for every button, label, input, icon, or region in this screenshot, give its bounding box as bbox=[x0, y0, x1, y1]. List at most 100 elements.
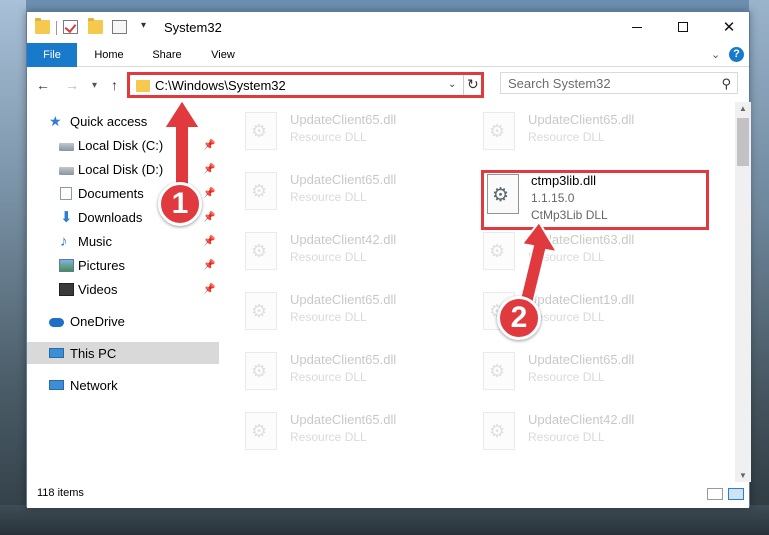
sidebar-item-pictures[interactable]: Pictures 📌 bbox=[27, 254, 219, 276]
sidebar-item-label: Pictures bbox=[78, 257, 125, 273]
desktop-background-right bbox=[749, 0, 769, 535]
dll-file-icon bbox=[245, 172, 277, 210]
sidebar-item-label: Local Disk (C:) bbox=[78, 137, 164, 153]
expand-ribbon-icon[interactable]: ⌄ bbox=[711, 48, 720, 61]
minimize-button[interactable] bbox=[614, 12, 660, 42]
list-item[interactable]: UpdateClient65.dll Resource DLL bbox=[245, 170, 475, 214]
dll-file-icon bbox=[245, 292, 277, 330]
pin-icon[interactable]: 📌 bbox=[203, 140, 215, 151]
pin-icon[interactable]: 📌 bbox=[203, 212, 215, 223]
minimize-icon bbox=[632, 26, 642, 28]
address-bar[interactable]: C:\Windows\System32 ⌄ ↻ bbox=[127, 72, 484, 98]
list-item[interactable]: UpdateClient42.dll Resource DLL bbox=[483, 410, 713, 454]
folder-icon[interactable] bbox=[35, 18, 50, 34]
item-count: 118 items bbox=[37, 487, 84, 499]
details-view-icon[interactable] bbox=[707, 488, 723, 500]
pin-icon[interactable]: 📌 bbox=[203, 284, 215, 295]
address-path[interactable]: C:\Windows\System32 bbox=[155, 78, 286, 93]
sidebar-item-label: Documents bbox=[78, 185, 144, 201]
sidebar-item-label: Videos bbox=[78, 281, 118, 297]
close-button[interactable]: ✕ bbox=[706, 12, 752, 42]
folder-icon bbox=[136, 80, 150, 92]
forward-arrow-icon[interactable]: → bbox=[65, 77, 79, 93]
computer-icon bbox=[49, 348, 64, 358]
file-name: UpdateClient65.dll bbox=[290, 352, 397, 367]
tiles-view-icon[interactable] bbox=[728, 488, 744, 500]
music-icon: ♪ bbox=[60, 232, 68, 250]
pin-icon[interactable]: 📌 bbox=[203, 164, 215, 175]
step-2-badge: 2 bbox=[497, 296, 541, 340]
file-description: Resource DLL bbox=[290, 310, 367, 324]
chevron-down-icon[interactable]: ▾ bbox=[141, 20, 146, 31]
sidebar-item-this-pc[interactable]: This PC bbox=[27, 342, 219, 364]
sidebar-item-label: Local Disk (D:) bbox=[78, 161, 164, 177]
maximize-button[interactable] bbox=[660, 12, 706, 42]
search-input[interactable]: Search System32 bbox=[508, 76, 611, 91]
list-item[interactable]: UpdateClient65.dll Resource DLL bbox=[245, 350, 475, 394]
file-description: Resource DLL bbox=[528, 430, 605, 444]
up-arrow-icon[interactable]: ↑ bbox=[111, 77, 118, 93]
sidebar-item-label: Quick access bbox=[70, 113, 148, 129]
file-name: UpdateClient65.dll bbox=[528, 352, 635, 367]
scroll-down-icon[interactable]: ▼ bbox=[739, 471, 747, 480]
list-item[interactable]: UpdateClient65.dll Resource DLL bbox=[245, 290, 475, 334]
file-name: UpdateClient65.dll bbox=[290, 112, 397, 127]
file-list: UpdateClient65.dll Resource DLL UpdateCl… bbox=[219, 102, 735, 480]
tab-view[interactable]: View bbox=[199, 43, 247, 67]
status-bar: 118 items bbox=[27, 482, 749, 508]
scroll-up-icon[interactable]: ▲ bbox=[739, 104, 747, 113]
dll-file-icon bbox=[483, 412, 515, 450]
refresh-icon[interactable]: ↻ bbox=[467, 76, 479, 93]
file-name: UpdateClient65.dll bbox=[290, 292, 397, 307]
cloud-icon bbox=[49, 317, 64, 327]
file-description: Resource DLL bbox=[528, 130, 605, 144]
title-bar: ▾ System32 ✕ bbox=[27, 12, 749, 43]
sidebar-item-onedrive[interactable]: OneDrive bbox=[27, 310, 219, 332]
new-folder-icon[interactable] bbox=[88, 18, 103, 34]
list-item[interactable]: UpdateClient65.dll Resource DLL bbox=[483, 350, 713, 394]
sidebar-item-label: OneDrive bbox=[70, 313, 125, 329]
view-options-icon[interactable] bbox=[112, 20, 127, 34]
properties-check-icon[interactable] bbox=[63, 20, 78, 34]
search-icon[interactable]: ⚲ bbox=[721, 76, 731, 92]
pin-icon[interactable]: 📌 bbox=[203, 188, 215, 199]
vertical-scrollbar[interactable]: ▲ ▼ bbox=[735, 102, 751, 482]
tab-home[interactable]: Home bbox=[83, 43, 135, 67]
download-icon: ⬇ bbox=[60, 208, 73, 226]
address-dropdown-icon[interactable]: ⌄ bbox=[448, 79, 456, 90]
file-explorer-window: ▾ System32 ✕ File Home Share View ⌄ ? ← … bbox=[26, 11, 751, 508]
file-description: Resource DLL bbox=[290, 130, 367, 144]
close-icon: ✕ bbox=[722, 19, 736, 36]
pin-icon[interactable]: 📌 bbox=[203, 260, 215, 271]
recent-locations-icon[interactable]: ▾ bbox=[92, 80, 97, 91]
file-description: Resource DLL bbox=[528, 370, 605, 384]
list-item[interactable]: UpdateClient65.dll Resource DLL bbox=[245, 110, 475, 154]
list-item[interactable]: UpdateClient65.dll Resource DLL bbox=[483, 110, 713, 154]
network-icon bbox=[49, 380, 64, 390]
star-icon: ★ bbox=[49, 112, 62, 129]
tab-share[interactable]: Share bbox=[141, 43, 193, 67]
sidebar-item-network[interactable]: Network bbox=[27, 374, 219, 396]
file-name: UpdateClient65.dll bbox=[290, 172, 397, 187]
list-item[interactable]: UpdateClient42.dll Resource DLL bbox=[245, 230, 475, 274]
dll-file-icon bbox=[245, 232, 277, 270]
tab-file[interactable]: File bbox=[27, 43, 77, 67]
sidebar-item-label: Downloads bbox=[78, 209, 143, 225]
sidebar-item-label: Network bbox=[70, 377, 118, 393]
scroll-thumb[interactable] bbox=[737, 118, 749, 166]
documents-icon bbox=[60, 186, 72, 200]
file-name: UpdateClient65.dll bbox=[290, 412, 397, 427]
sidebar-item-videos[interactable]: Videos 📌 bbox=[27, 278, 219, 300]
sidebar-item-music[interactable]: ♪ Music 📌 bbox=[27, 230, 219, 252]
list-item[interactable]: UpdateClient65.dll Resource DLL bbox=[245, 410, 475, 454]
back-arrow-icon[interactable]: ← bbox=[36, 77, 50, 93]
help-icon[interactable]: ? bbox=[729, 47, 744, 62]
dll-file-icon bbox=[245, 112, 277, 150]
file-name: UpdateClient42.dll bbox=[290, 232, 397, 247]
videos-icon bbox=[59, 282, 74, 296]
search-box[interactable]: Search System32 ⚲ bbox=[500, 72, 738, 94]
drive-icon bbox=[59, 166, 74, 175]
file-description: Resource DLL bbox=[290, 250, 367, 264]
window-title: System32 bbox=[164, 20, 222, 35]
pin-icon[interactable]: 📌 bbox=[203, 236, 215, 247]
